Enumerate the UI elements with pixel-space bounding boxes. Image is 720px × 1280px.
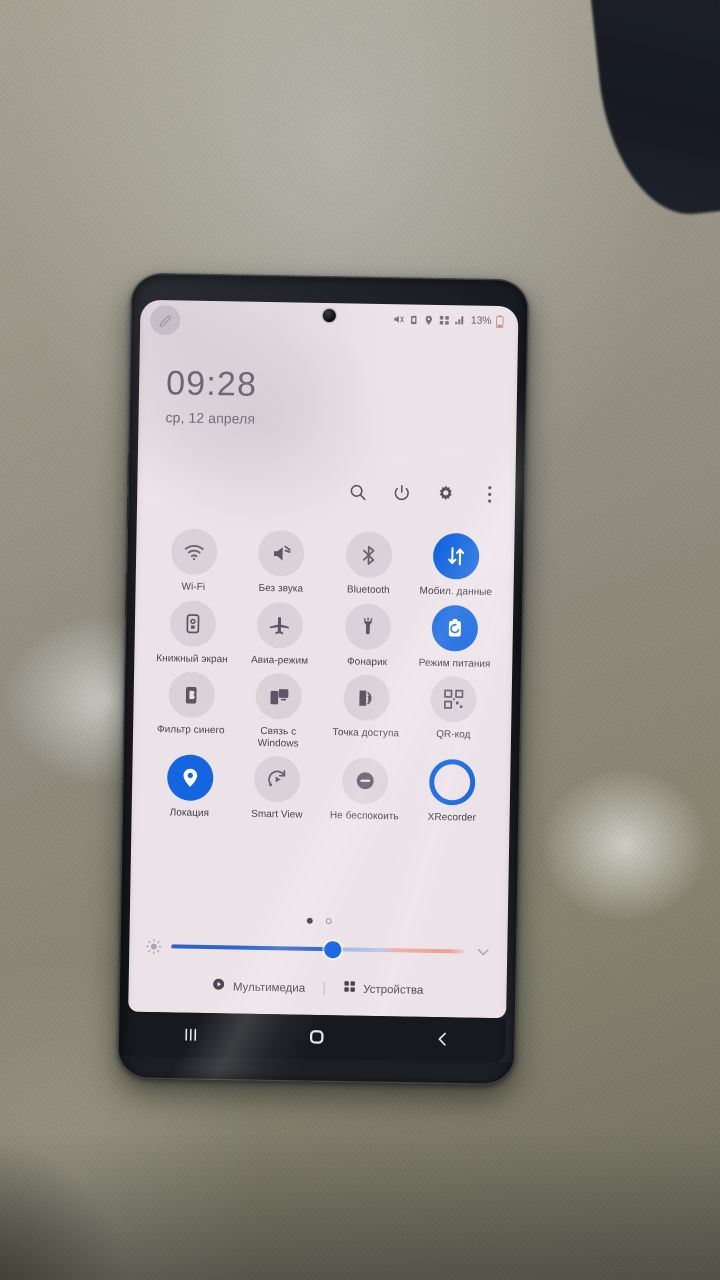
battery-percent-text: 13% [470,314,492,327]
tile-label: Авиа-режим [250,654,309,667]
do-not-disturb-icon [341,757,389,805]
brightness-row [145,936,493,962]
tile-hotspot[interactable]: Точка доступа [322,674,411,752]
pencil-icon [158,314,171,327]
page-dot-2[interactable] [325,918,331,924]
tile-rotation-lock[interactable]: Книжный экран [148,599,237,665]
media-play-icon [212,977,226,996]
tile-label: Фонарик [346,655,388,668]
brightness-slider[interactable] [171,937,465,960]
tile-label: Фильтр синего [156,724,225,737]
gear-icon[interactable] [435,483,455,503]
power-icon[interactable] [391,482,411,502]
tile-smart-view[interactable]: Smart View [233,755,322,821]
clock-time: 09:28 [165,364,258,404]
quick-settings-footer: Мультимедиа Устройства [128,976,506,1002]
brightness-icon [145,937,162,954]
overflow-menu-icon[interactable] [479,484,499,504]
tile-label: QR-код [436,728,471,741]
flashlight-icon [344,602,392,650]
quick-settings-header [347,481,499,504]
media-label: Мультимедиа [232,980,306,995]
quick-settings-tiles: Wi-Fi Без звука Bluetooth Мобил. данные … [146,528,501,825]
tile-mute[interactable]: Без звука [237,529,326,595]
record-circle-icon [429,759,476,806]
battery-low-icon [495,314,504,328]
location-pin-icon [166,754,214,802]
qr-code-icon [430,675,478,723]
tile-label: Bluetooth [346,584,390,597]
alarm-icon [408,314,419,325]
tile-wifi[interactable]: Wi-Fi [149,528,238,594]
tile-airplane-mode[interactable]: Авиа-режим [236,601,325,667]
page-dot-1[interactable] [306,917,313,924]
blue-light-filter-icon [168,671,215,719]
tile-power-saving[interactable]: Режим питания [411,604,500,670]
mobile-data-icon [433,532,480,580]
tile-label: Локация [169,807,210,820]
navigation-bar [127,1011,507,1063]
devices-grid-icon [342,979,356,998]
phone-screen: 13% 09:28 ср, 12 апреля Wi-Fi Без звука … [128,299,519,1019]
devices-button[interactable]: Устройства [324,979,441,1000]
search-icon[interactable] [347,481,367,501]
brightness-track [171,944,465,954]
tile-label: Wi-Fi [181,581,206,593]
tile-location[interactable]: Локация [146,754,235,820]
tile-label: Не беспокоить [329,810,399,823]
tile-label: Режим питания [418,657,491,670]
back-button[interactable] [419,1024,466,1055]
tile-label: Мобил. данные [419,585,493,598]
bottom-shadow [0,1130,720,1280]
rotation-lock-icon [169,599,217,647]
clock-date: ср, 12 апреля [165,409,256,427]
tile-bluetooth[interactable]: Bluetooth [324,531,413,597]
media-button[interactable]: Мультимедиа [194,977,324,998]
wifi-icon [170,528,218,576]
phone-device: 13% 09:28 ср, 12 апреля Wi-Fi Без звука … [116,272,530,1086]
bluetooth-icon [345,531,393,579]
tile-label: Smart View [251,808,303,821]
smart-view-icon [254,755,301,803]
tile-label: Связь с Windows [257,725,299,750]
tile-xrecorder[interactable]: XRecorder [408,759,497,825]
signal-icon [454,314,466,326]
hotspot-icon [343,674,390,722]
page-indicator [130,915,508,928]
devices-label: Устройства [363,983,424,997]
power-saving-icon [431,604,479,652]
tile-mobile-data[interactable]: Мобил. данные [412,532,501,599]
tile-link-to-windows[interactable]: Связь с Windows [234,672,323,750]
tile-blue-light-filter[interactable]: Фильтр синего [147,671,236,749]
tile-label: Точка доступа [332,727,400,740]
tile-label: XRecorder [427,811,477,824]
tile-qr-code[interactable]: QR-код [409,675,498,754]
recents-button[interactable] [168,1019,215,1050]
mute-icon [392,313,404,325]
tile-do-not-disturb[interactable]: Не беспокоить [321,757,410,823]
mute-speaker-icon [258,529,305,577]
location-icon [423,314,434,325]
home-button[interactable] [293,1022,340,1053]
chevron-down-icon[interactable] [473,942,493,962]
avatar[interactable] [149,304,181,336]
tile-label: Книжный экран [156,652,228,665]
vpn-icon [438,314,450,326]
link-to-windows-icon [255,672,303,720]
brightness-thumb[interactable] [323,940,342,958]
tile-flashlight[interactable]: Фонарик [323,602,412,669]
airplane-icon [256,601,304,649]
tile-label: Без звука [258,582,304,595]
clock-block[interactable]: 09:28 ср, 12 апреля [165,364,258,427]
